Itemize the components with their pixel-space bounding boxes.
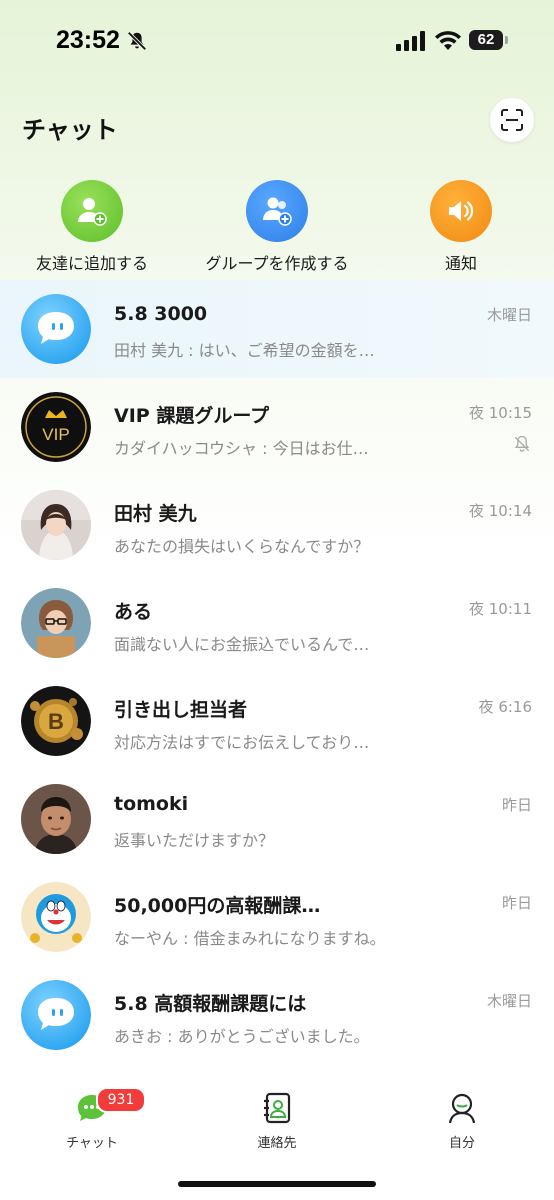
quick-actions: 友達に追加する グループを作成する 通知 [0, 180, 554, 280]
chat-time: 昨日 [501, 894, 532, 912]
chat-preview: なーやん : 借金まみれになりますね。 [114, 929, 386, 948]
doraemon-avatar [21, 882, 91, 952]
chat-preview: 返事いただけますか？ [114, 831, 275, 850]
status-bar: 23:52 62 [0, 0, 554, 82]
battery-tip [505, 36, 508, 44]
chat-row[interactable]: B 引き出し担当者 対応方法はすでにお伝えしており… 夜 6:16 [0, 672, 554, 770]
chat-header: チャット [0, 90, 554, 160]
contacts-tab-icon [259, 1090, 295, 1126]
wifi-icon [435, 31, 461, 50]
chat-name: ある [114, 601, 153, 623]
add-friend-action[interactable]: 友達に追加する [2, 180, 182, 274]
chat-row[interactable]: VIP VIP 課題グループ カダイハッコウシャ : 今日はお仕… 夜 10:1… [0, 378, 554, 476]
home-indicator [178, 1181, 376, 1187]
chat-name: 50,000円の高報酬課… [114, 895, 321, 917]
cartoon-avatar [21, 588, 91, 658]
cellular-signal-icon [396, 31, 425, 51]
tab-contacts[interactable]: 連絡先 [217, 1090, 337, 1151]
notification-label: 通知 [444, 254, 477, 273]
man-photo-avatar [21, 784, 91, 854]
create-group-action[interactable]: グループを作成する [187, 180, 367, 274]
chat-row[interactable]: 50,000円の高報酬課… なーやん : 借金まみれになりますね。 昨日 [0, 868, 554, 966]
chat-row[interactable]: 5.8 高額報酬課題には あきお : ありがとうございました。 木曜日 [0, 966, 554, 1064]
chat-name: 引き出し担当者 [114, 699, 248, 721]
chat-preview: 対応方法はすでにお伝えしており… [114, 733, 370, 752]
chat-time: 夜 10:15 [469, 404, 532, 422]
tab-profile[interactable]: 自分 [402, 1090, 522, 1151]
chat-preview: 面識ない人にお金振込でいるんで… [114, 635, 370, 654]
chat-time: 夜 6:16 [478, 698, 532, 716]
add-friend-icon [61, 180, 123, 242]
scan-icon [501, 109, 523, 131]
chat-row[interactable]: 5.8 3000 田村 美九 : はい、ご希望の金額を… 木曜日 [0, 280, 554, 378]
battery-indicator: 62 [469, 30, 503, 50]
scan-button[interactable] [490, 98, 534, 142]
woman-photo-avatar [21, 490, 91, 560]
bell-off-icon [127, 31, 147, 51]
chat-preview: 田村 美九 : はい、ご希望の金額を… [114, 341, 375, 360]
chat-time: 木曜日 [486, 992, 532, 1010]
bitcoin-avatar: B [21, 686, 91, 756]
chat-row[interactable]: ある 面識ない人にお金振込でいるんで… 夜 10:11 [0, 574, 554, 672]
chat-name: VIP 課題グループ [114, 405, 270, 427]
chat-preview: あなたの損失はいくらなんですか？ [114, 537, 370, 556]
page-title: チャット [22, 116, 118, 144]
chat-bubble-avatar [21, 980, 91, 1050]
create-group-icon [246, 180, 308, 242]
chat-row[interactable]: tomoki 返事いただけますか？ 昨日 [0, 770, 554, 868]
chat-name: 5.8 3000 [114, 303, 208, 325]
mute-bell-icon [514, 435, 530, 452]
chat-name: tomoki [114, 793, 189, 815]
chat-name: 田村 美九 [114, 503, 197, 525]
chat-list: 5.8 3000 田村 美九 : はい、ご希望の金額を… 木曜日 VIP VIP… [0, 280, 554, 1064]
speaker-icon [430, 180, 492, 242]
create-group-label: グループを作成する [205, 254, 349, 273]
notification-action[interactable]: 通知 [371, 180, 551, 274]
tab-profile-label: 自分 [448, 1136, 475, 1151]
tab-contacts-label: 連絡先 [257, 1136, 297, 1151]
chat-time: 木曜日 [486, 306, 532, 324]
vip-crown-avatar: VIP [21, 392, 91, 462]
chat-time: 夜 10:14 [469, 502, 532, 520]
chat-name: 5.8 高額報酬課題には [114, 993, 307, 1015]
chat-preview: カダイハッコウシャ : 今日はお仕… [114, 439, 369, 458]
svg-text:B: B [48, 709, 64, 734]
profile-tab-icon [444, 1090, 480, 1126]
add-friend-label: 友達に追加する [35, 254, 148, 273]
tab-chat-label: チャット [66, 1136, 118, 1151]
chat-time: 夜 10:11 [469, 600, 532, 618]
unread-badge: 931 [96, 1087, 146, 1113]
chat-preview: あきお : ありがとうございました。 [114, 1027, 370, 1046]
svg-text:VIP: VIP [42, 425, 69, 444]
chat-time: 昨日 [501, 796, 532, 814]
chat-bubble-avatar [21, 294, 91, 364]
chat-row[interactable]: 田村 美九 あなたの損失はいくらなんですか？ 夜 10:14 [0, 476, 554, 574]
status-time: 23:52 [56, 26, 120, 54]
